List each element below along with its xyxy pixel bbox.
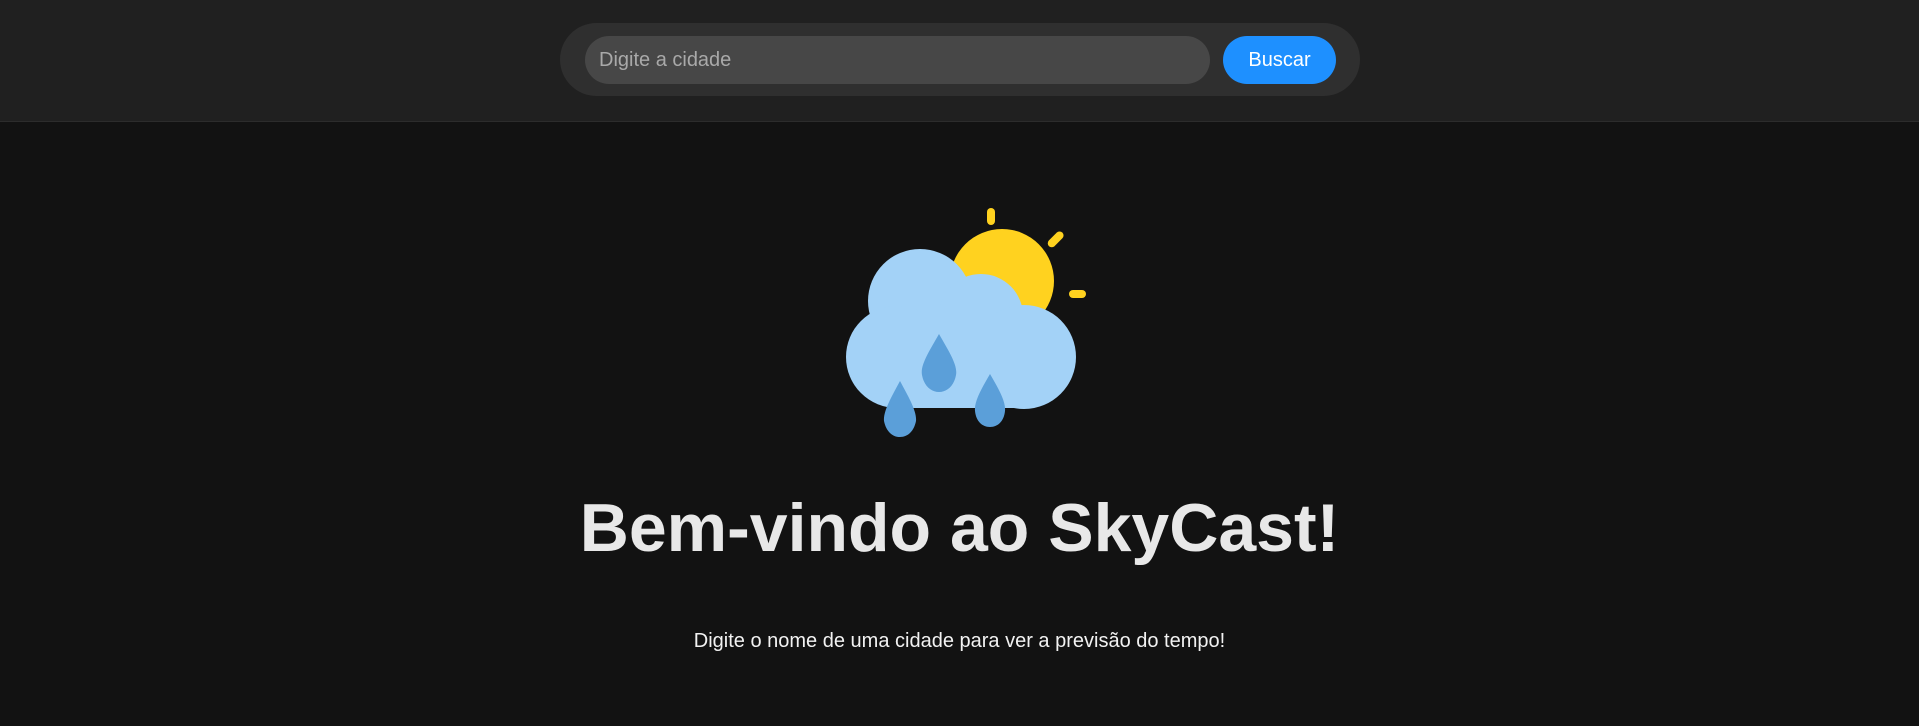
sun-cloud-rain-icon xyxy=(846,208,1086,437)
city-search-input[interactable] xyxy=(585,36,1210,84)
search-bar: Buscar xyxy=(560,23,1360,96)
welcome-message: Digite o nome de uma cidade para ver a p… xyxy=(693,630,1226,652)
top-bar: Buscar xyxy=(0,0,1919,122)
search-button[interactable]: Buscar xyxy=(1223,36,1336,84)
page-title: Bem-vindo ao SkyCast! xyxy=(579,490,1340,566)
